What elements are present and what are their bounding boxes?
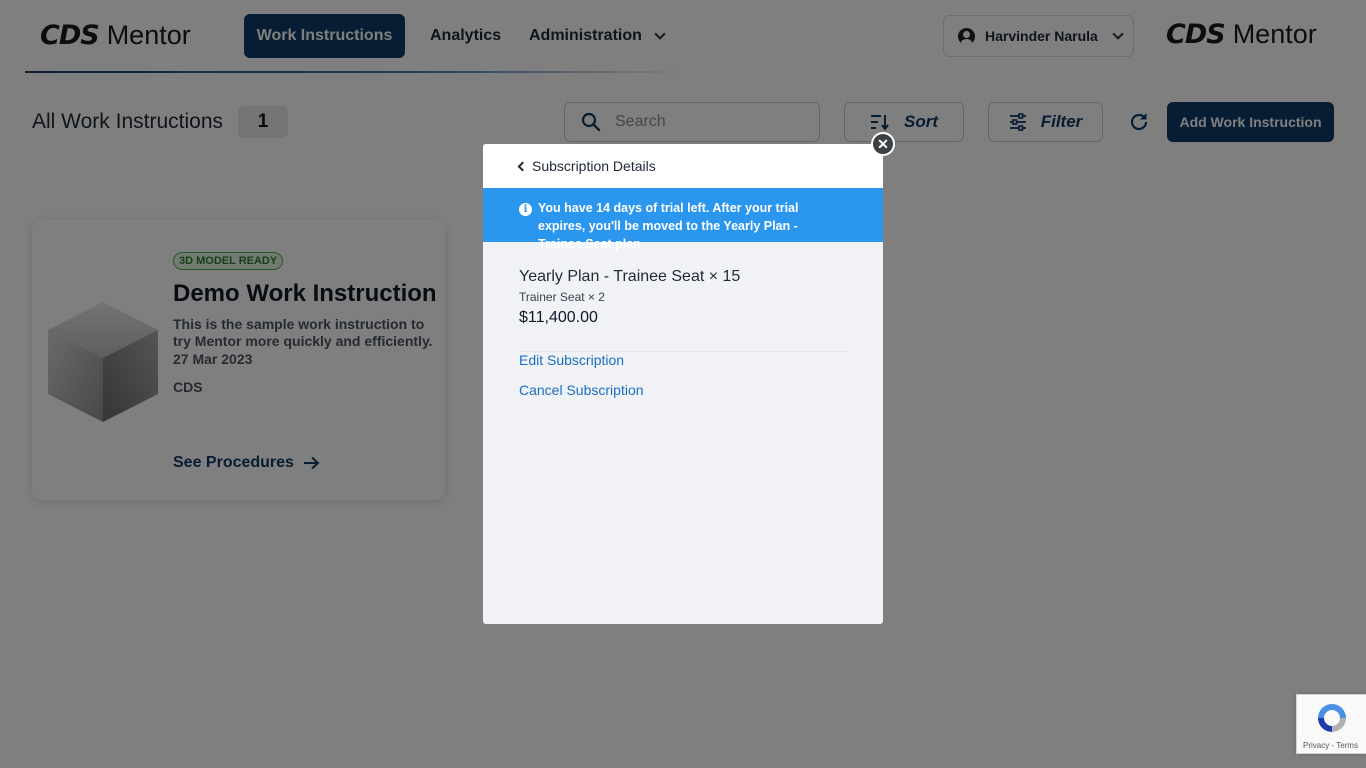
subscription-modal: Subscription Details i You have 14 days … — [483, 144, 883, 624]
trial-info-text: You have 14 days of trial left. After yo… — [538, 201, 799, 251]
trial-info-banner: i You have 14 days of trial left. After … — [483, 188, 883, 251]
plan-price: $11,400.00 — [519, 309, 598, 326]
plan-secondary-seat: Trainer Seat × 2 — [519, 290, 605, 304]
plan-name: Yearly Plan - Trainee Seat × 15 — [519, 268, 741, 285]
info-icon: i — [519, 203, 532, 216]
close-icon: ✕ — [873, 134, 893, 154]
cancel-subscription-link[interactable]: Cancel Subscription — [519, 382, 644, 398]
recaptcha-terms[interactable]: Privacy - Terms — [1303, 741, 1358, 750]
recaptcha-badge[interactable]: Privacy - Terms — [1296, 694, 1366, 754]
modal-close-button[interactable]: ✕ — [871, 132, 895, 156]
recaptcha-icon — [1318, 704, 1346, 732]
edit-subscription-link[interactable]: Edit Subscription — [519, 352, 624, 368]
modal-title: Subscription Details — [532, 158, 656, 174]
chevron-left-icon[interactable] — [517, 161, 528, 171]
modal-header[interactable]: Subscription Details — [483, 144, 883, 188]
